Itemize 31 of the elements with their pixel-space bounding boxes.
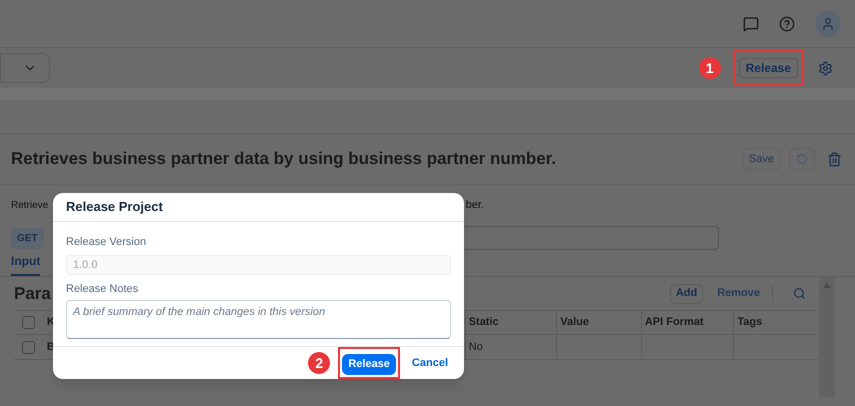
dropdown-field[interactable] bbox=[0, 53, 50, 83]
search-icon[interactable] bbox=[793, 287, 806, 300]
column-header: API Format bbox=[640, 311, 734, 334]
field-label: Release Version bbox=[66, 235, 148, 250]
field-label: Release Notes bbox=[66, 282, 140, 296]
callout-badge: 2 bbox=[308, 352, 330, 374]
reset-icon[interactable] bbox=[789, 148, 815, 170]
scrollbar[interactable] bbox=[819, 277, 835, 397]
feedback-icon[interactable] bbox=[743, 16, 759, 32]
scroll-up-icon[interactable] bbox=[823, 283, 831, 288]
dialog-title: Release Project bbox=[66, 198, 163, 216]
callout-badge: 1 bbox=[698, 57, 721, 79]
delete-icon[interactable] bbox=[827, 152, 842, 166]
description-text: ber. bbox=[466, 198, 484, 213]
avatar[interactable] bbox=[815, 10, 841, 36]
cancel-button[interactable]: Cancel bbox=[412, 354, 448, 372]
column-header: Tags bbox=[733, 311, 818, 334]
section-heading: Para bbox=[14, 282, 51, 305]
description-text: Retrieve bbox=[11, 198, 48, 212]
select-all-checkbox[interactable] bbox=[22, 316, 36, 329]
tab[interactable]: Input bbox=[11, 252, 40, 276]
settings-icon[interactable] bbox=[818, 60, 833, 76]
notes-field[interactable]: A brief summary of the main changes in this version bbox=[66, 300, 451, 339]
page-title: Retrieves business partner data by using business partner number. bbox=[11, 148, 556, 170]
add-button[interactable]: Add bbox=[670, 284, 704, 304]
release-button[interactable]: Release bbox=[738, 58, 798, 78]
help-icon[interactable] bbox=[779, 16, 795, 32]
column-header: Value bbox=[556, 311, 641, 334]
method-badge: GET bbox=[11, 228, 44, 248]
row-checkbox[interactable] bbox=[22, 340, 36, 354]
release-button[interactable]: Release bbox=[342, 354, 396, 375]
